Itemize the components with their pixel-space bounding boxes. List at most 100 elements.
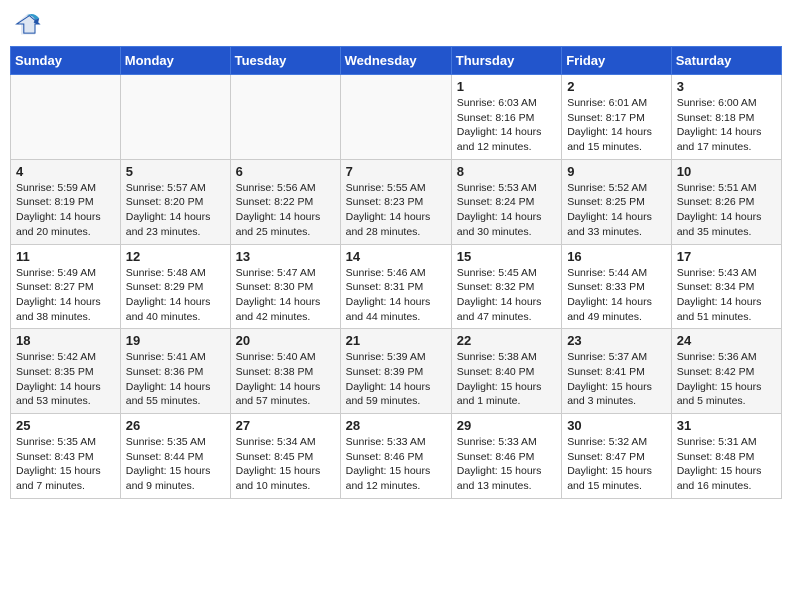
calendar-day: 4Sunrise: 5:59 AM Sunset: 8:19 PM Daylig…	[11, 159, 121, 244]
day-number: 16	[567, 249, 666, 264]
day-number: 30	[567, 418, 666, 433]
day-number: 10	[677, 164, 776, 179]
weekday-header-monday: Monday	[120, 47, 230, 75]
day-info: Sunrise: 5:33 AM Sunset: 8:46 PM Dayligh…	[346, 435, 446, 494]
calendar-day: 19 Sunrise: 5:41 AM Sunset: 8:36 PM Dayli…	[120, 329, 230, 414]
page-header	[10, 10, 782, 38]
day-info: Sunrise: 5:36 AM Sunset: 8:42 PM Dayligh…	[677, 350, 776, 409]
day-info: Sunrise: 5:57 AM Sunset: 8:20 PM Dayligh…	[126, 181, 225, 240]
calendar-week-1: 1 Sunrise: 6:03 AM Sunset: 8:16 PM Daylig…	[11, 75, 782, 160]
day-number: 23	[567, 333, 666, 348]
calendar-day: 25 Sunrise: 5:35 AM Sunset: 8:43 PM Dayli…	[11, 414, 121, 499]
day-number: 17	[677, 249, 776, 264]
day-info: Sunrise: 5:48 AM Sunset: 8:29 PM Dayligh…	[126, 266, 225, 325]
calendar-day	[230, 75, 340, 160]
calendar-table: SundayMondayTuesdayWednesdayThursdayFrid…	[10, 46, 782, 499]
day-number: 22	[457, 333, 556, 348]
weekday-header-saturday: Saturday	[671, 47, 781, 75]
day-info: Sunrise: 5:37 AM Sunset: 8:41 PM Dayligh…	[567, 350, 666, 409]
day-info: Sunrise: 5:42 AM Sunset: 8:35 PM Dayligh…	[16, 350, 115, 409]
calendar-week-4: 18 Sunrise: 5:42 AM Sunset: 8:35 PM Dayli…	[11, 329, 782, 414]
weekday-header-sunday: Sunday	[11, 47, 121, 75]
day-number: 19	[126, 333, 225, 348]
day-info: Sunrise: 5:44 AM Sunset: 8:33 PM Dayligh…	[567, 266, 666, 325]
day-info: Sunrise: 5:41 AM Sunset: 8:36 PM Dayligh…	[126, 350, 225, 409]
day-info: Sunrise: 5:46 AM Sunset: 8:31 PM Dayligh…	[346, 266, 446, 325]
calendar-day: 9Sunrise: 5:52 AM Sunset: 8:25 PM Daylig…	[562, 159, 672, 244]
day-info: Sunrise: 5:43 AM Sunset: 8:34 PM Dayligh…	[677, 266, 776, 325]
calendar-day: 30Sunrise: 5:32 AM Sunset: 8:47 PM Dayli…	[562, 414, 672, 499]
calendar-day: 2Sunrise: 6:01 AM Sunset: 8:17 PM Daylig…	[562, 75, 672, 160]
day-number: 25	[16, 418, 115, 433]
day-number: 2	[567, 79, 666, 94]
calendar-day: 23 Sunrise: 5:37 AM Sunset: 8:41 PM Dayli…	[562, 329, 672, 414]
calendar-day: 24 Sunrise: 5:36 AM Sunset: 8:42 PM Dayli…	[671, 329, 781, 414]
day-number: 11	[16, 249, 115, 264]
day-info: Sunrise: 5:33 AM Sunset: 8:46 PM Dayligh…	[457, 435, 556, 494]
day-number: 18	[16, 333, 115, 348]
day-info: Sunrise: 5:55 AM Sunset: 8:23 PM Dayligh…	[346, 181, 446, 240]
logo	[14, 10, 46, 38]
calendar-day: 6 Sunrise: 5:56 AM Sunset: 8:22 PM Daylig…	[230, 159, 340, 244]
calendar-day: 7Sunrise: 5:55 AM Sunset: 8:23 PM Daylig…	[340, 159, 451, 244]
calendar-week-5: 25 Sunrise: 5:35 AM Sunset: 8:43 PM Dayli…	[11, 414, 782, 499]
calendar-day: 29 Sunrise: 5:33 AM Sunset: 8:46 PM Dayli…	[451, 414, 561, 499]
calendar-day: 8Sunrise: 5:53 AM Sunset: 8:24 PM Daylig…	[451, 159, 561, 244]
day-info: Sunrise: 6:03 AM Sunset: 8:16 PM Dayligh…	[457, 96, 556, 155]
calendar-day: 16 Sunrise: 5:44 AM Sunset: 8:33 PM Dayli…	[562, 244, 672, 329]
calendar-day: 27Sunrise: 5:34 AM Sunset: 8:45 PM Dayli…	[230, 414, 340, 499]
calendar-day: 28 Sunrise: 5:33 AM Sunset: 8:46 PM Dayli…	[340, 414, 451, 499]
day-info: Sunrise: 5:40 AM Sunset: 8:38 PM Dayligh…	[236, 350, 335, 409]
day-info: Sunrise: 5:52 AM Sunset: 8:25 PM Dayligh…	[567, 181, 666, 240]
weekday-header-wednesday: Wednesday	[340, 47, 451, 75]
calendar-week-3: 11 Sunrise: 5:49 AM Sunset: 8:27 PM Dayli…	[11, 244, 782, 329]
day-number: 14	[346, 249, 446, 264]
calendar-day	[340, 75, 451, 160]
calendar-day: 20 Sunrise: 5:40 AM Sunset: 8:38 PM Dayli…	[230, 329, 340, 414]
day-number: 29	[457, 418, 556, 433]
day-number: 6	[236, 164, 335, 179]
day-number: 4	[16, 164, 115, 179]
day-info: Sunrise: 5:51 AM Sunset: 8:26 PM Dayligh…	[677, 181, 776, 240]
calendar-day: 31 Sunrise: 5:31 AM Sunset: 8:48 PM Dayli…	[671, 414, 781, 499]
calendar-day: 17 Sunrise: 5:43 AM Sunset: 8:34 PM Dayli…	[671, 244, 781, 329]
calendar-day: 26Sunrise: 5:35 AM Sunset: 8:44 PM Dayli…	[120, 414, 230, 499]
day-info: Sunrise: 5:45 AM Sunset: 8:32 PM Dayligh…	[457, 266, 556, 325]
day-info: Sunrise: 5:35 AM Sunset: 8:44 PM Dayligh…	[126, 435, 225, 494]
calendar-day: 15 Sunrise: 5:45 AM Sunset: 8:32 PM Dayli…	[451, 244, 561, 329]
day-number: 13	[236, 249, 335, 264]
day-number: 31	[677, 418, 776, 433]
calendar-day: 5 Sunrise: 5:57 AM Sunset: 8:20 PM Daylig…	[120, 159, 230, 244]
calendar-day: 22Sunrise: 5:38 AM Sunset: 8:40 PM Dayli…	[451, 329, 561, 414]
day-number: 21	[346, 333, 446, 348]
day-info: Sunrise: 5:53 AM Sunset: 8:24 PM Dayligh…	[457, 181, 556, 240]
calendar-day: 12Sunrise: 5:48 AM Sunset: 8:29 PM Dayli…	[120, 244, 230, 329]
day-number: 28	[346, 418, 446, 433]
day-number: 5	[126, 164, 225, 179]
calendar-day: 10 Sunrise: 5:51 AM Sunset: 8:26 PM Dayli…	[671, 159, 781, 244]
day-number: 24	[677, 333, 776, 348]
weekday-header-thursday: Thursday	[451, 47, 561, 75]
day-number: 3	[677, 79, 776, 94]
day-number: 1	[457, 79, 556, 94]
day-number: 20	[236, 333, 335, 348]
day-info: Sunrise: 5:31 AM Sunset: 8:48 PM Dayligh…	[677, 435, 776, 494]
day-info: Sunrise: 5:49 AM Sunset: 8:27 PM Dayligh…	[16, 266, 115, 325]
calendar-day: 3Sunrise: 6:00 AM Sunset: 8:18 PM Daylig…	[671, 75, 781, 160]
calendar-day: 18 Sunrise: 5:42 AM Sunset: 8:35 PM Dayli…	[11, 329, 121, 414]
day-info: Sunrise: 5:35 AM Sunset: 8:43 PM Dayligh…	[16, 435, 115, 494]
calendar-day: 21Sunrise: 5:39 AM Sunset: 8:39 PM Dayli…	[340, 329, 451, 414]
day-info: Sunrise: 5:47 AM Sunset: 8:30 PM Dayligh…	[236, 266, 335, 325]
calendar-day: 1 Sunrise: 6:03 AM Sunset: 8:16 PM Daylig…	[451, 75, 561, 160]
logo-icon	[14, 10, 42, 38]
weekday-header-tuesday: Tuesday	[230, 47, 340, 75]
day-number: 27	[236, 418, 335, 433]
calendar-day	[11, 75, 121, 160]
calendar-day: 13 Sunrise: 5:47 AM Sunset: 8:30 PM Dayli…	[230, 244, 340, 329]
day-info: Sunrise: 5:56 AM Sunset: 8:22 PM Dayligh…	[236, 181, 335, 240]
day-number: 15	[457, 249, 556, 264]
calendar-day	[120, 75, 230, 160]
calendar-header-row: SundayMondayTuesdayWednesdayThursdayFrid…	[11, 47, 782, 75]
calendar-week-2: 4Sunrise: 5:59 AM Sunset: 8:19 PM Daylig…	[11, 159, 782, 244]
calendar-day: 11 Sunrise: 5:49 AM Sunset: 8:27 PM Dayli…	[11, 244, 121, 329]
